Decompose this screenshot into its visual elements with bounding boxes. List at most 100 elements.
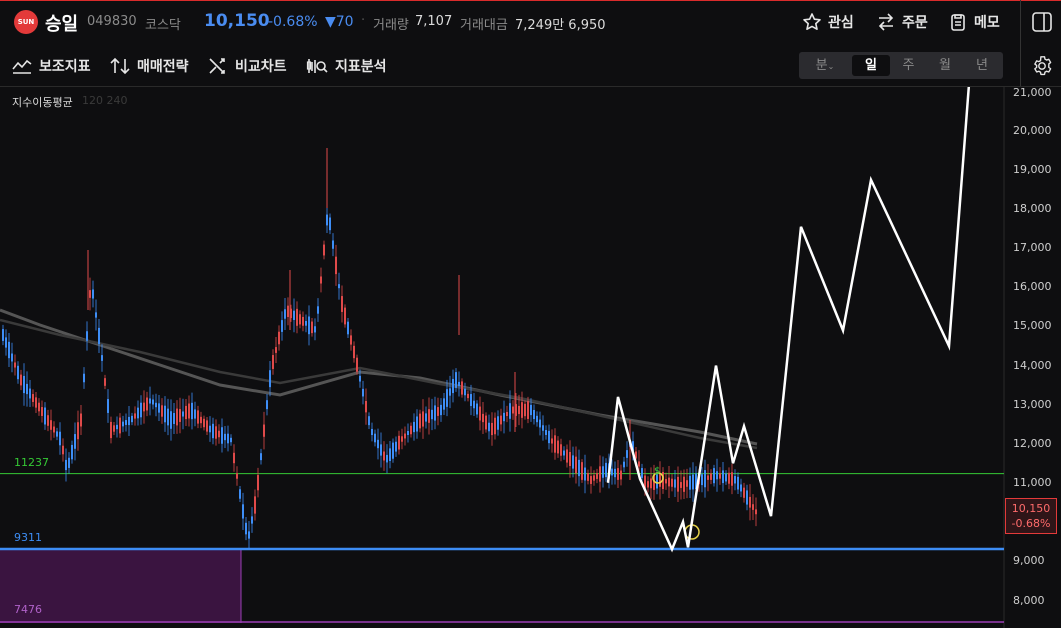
candle — [74, 434, 76, 449]
candle — [719, 473, 721, 479]
candle — [479, 406, 481, 421]
candle — [599, 466, 601, 482]
watch-label: 관심 — [828, 15, 854, 31]
tool-analysis[interactable]: 지표분석 — [306, 56, 387, 76]
candle — [95, 312, 97, 318]
panel-toggle-icon[interactable] — [1031, 11, 1053, 33]
tool-compare[interactable]: 비교차트 — [208, 56, 287, 76]
amount-value: 7,249만 6,950 — [515, 18, 606, 33]
period-month[interactable]: 월 — [927, 52, 963, 79]
crossing-arrows-icon — [209, 58, 225, 74]
candle — [176, 408, 178, 426]
period-week[interactable]: 주 — [891, 52, 926, 79]
gear-icon[interactable] — [1031, 55, 1053, 77]
candle — [464, 388, 466, 396]
candle — [743, 487, 745, 498]
candle — [350, 335, 352, 345]
candle — [278, 331, 280, 345]
candle — [335, 256, 337, 275]
candle — [152, 399, 154, 405]
candle — [473, 400, 475, 409]
candle — [359, 375, 361, 382]
candle — [542, 425, 544, 431]
candle — [674, 479, 676, 488]
candle — [344, 307, 346, 325]
candle — [440, 404, 442, 416]
candle — [239, 489, 241, 499]
candle — [590, 476, 592, 484]
candle — [89, 290, 91, 298]
candle — [638, 461, 640, 467]
candle — [302, 316, 304, 326]
market-label: 코스닥 — [145, 18, 181, 33]
candle — [680, 482, 682, 488]
candle — [191, 402, 193, 420]
candle — [527, 401, 529, 419]
candle — [371, 428, 373, 436]
amount-label: 거래대금 — [460, 18, 508, 33]
tool-strategy[interactable]: 매매전략 — [110, 56, 189, 76]
period-day[interactable]: 일 — [852, 55, 890, 76]
memo-button[interactable]: 메모 — [948, 10, 1000, 34]
candle — [602, 466, 604, 478]
candle — [581, 462, 583, 480]
green-level-label: 11237 — [14, 456, 49, 469]
candle — [395, 441, 397, 452]
candle — [29, 388, 31, 399]
candle — [560, 444, 562, 456]
star-icon — [803, 13, 821, 30]
candle — [518, 405, 520, 415]
candle — [386, 454, 388, 463]
blue-level-label: 9311 — [14, 531, 42, 544]
candle — [311, 321, 313, 334]
candle — [329, 217, 331, 231]
candle — [422, 411, 424, 427]
candle — [626, 450, 628, 458]
candle — [701, 474, 703, 486]
candle — [134, 413, 136, 419]
candle — [689, 475, 691, 490]
candle — [356, 357, 358, 372]
candle — [572, 455, 574, 469]
y-tick: 15,000 — [1013, 319, 1052, 332]
candle — [92, 289, 94, 299]
candle — [41, 407, 43, 416]
y-tick: 19,000 — [1013, 163, 1052, 176]
candle — [215, 426, 217, 439]
candle — [476, 403, 478, 415]
candle — [299, 314, 301, 325]
tool-indicators[interactable]: 보조지표 — [12, 56, 91, 76]
watch-button[interactable]: 관심 — [802, 10, 854, 34]
y-tick: 18,000 — [1013, 202, 1052, 215]
stock-code: 049830 — [87, 14, 137, 29]
candle — [269, 370, 271, 388]
purple-level-label: 7476 — [14, 603, 42, 616]
candle — [245, 522, 247, 535]
candle — [11, 353, 13, 362]
price-chart[interactable]: $ — [0, 87, 1061, 628]
order-button[interactable]: 주문 — [876, 10, 928, 34]
candle — [317, 306, 319, 314]
candle — [647, 481, 649, 488]
candle — [686, 480, 688, 487]
candle — [380, 444, 382, 456]
candle — [578, 459, 580, 477]
candle — [722, 470, 724, 484]
candle — [401, 436, 403, 442]
candle — [524, 403, 526, 417]
period-year[interactable]: 년 — [964, 52, 1000, 79]
memo-label: 메모 — [974, 15, 1000, 31]
stock-name: 승일 — [45, 14, 79, 35]
volume-value: 7,107 — [415, 14, 453, 29]
change-percent: -0.68% — [268, 14, 318, 30]
candle — [242, 504, 244, 519]
candle — [149, 398, 151, 404]
candle — [200, 416, 202, 424]
y-tick: 14,000 — [1013, 359, 1052, 372]
candle — [470, 394, 472, 406]
candle — [167, 408, 169, 426]
candle — [449, 388, 451, 396]
candle — [584, 467, 586, 481]
period-minute[interactable]: 분⌄ — [805, 52, 845, 79]
candle — [293, 310, 295, 320]
